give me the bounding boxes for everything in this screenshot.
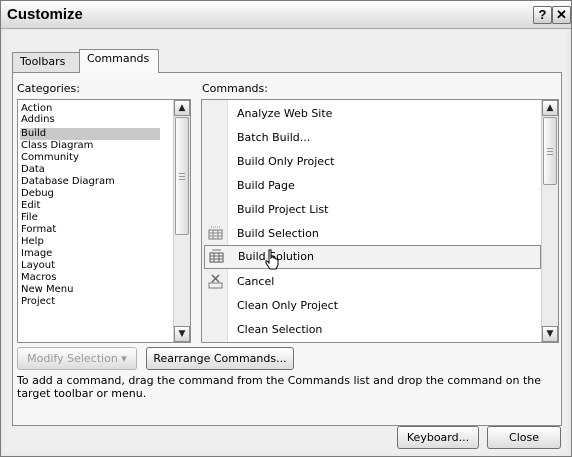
command-label: Batch Build... [237,131,311,144]
grip-line [179,179,185,180]
keyboard-button[interactable]: Keyboard... [397,426,479,449]
tab-commands[interactable]: Commands [79,49,159,73]
category-item-format[interactable]: Format [20,224,160,236]
customize-dialog: Customize ? ✕ Toolbars Commands Categori… [0,0,572,457]
command-item[interactable]: Build Only Project [202,150,542,174]
category-item-class-diagram[interactable]: Class Diagram [20,140,160,152]
scroll-up-arrow-icon[interactable]: ▲ [174,100,190,116]
command-item[interactable]: Analyze Web Site [202,102,542,126]
categories-list[interactable]: Action Addins Build Class Diagram Commun… [17,99,191,343]
command-item[interactable]: Cancel [202,270,542,294]
command-label: Build Page [237,179,295,192]
command-label: Clean Selection [237,323,323,336]
grip-line [547,154,553,155]
categories-label: Categories: [17,82,80,95]
commands-label: Commands: [202,82,268,95]
scroll-down-arrow-icon[interactable]: ▼ [542,326,558,342]
command-label: Build Selection [237,227,319,240]
grip-line [547,151,553,152]
modify-selection-label: Modify Selection [27,352,118,365]
command-label: Build Project List [237,203,329,216]
category-item-database-diagram[interactable]: Database Diagram [20,176,160,188]
command-item[interactable]: Batch Build... [202,126,542,150]
commands-list[interactable]: Analyze Web Site Batch Build... Build On… [201,99,559,343]
scroll-down-arrow-icon[interactable]: ▼ [174,326,190,342]
category-item-macros[interactable]: Macros [20,272,160,284]
grip-line [179,176,185,177]
help-button[interactable]: ? [533,6,552,24]
dropdown-arrow-icon: ▾ [121,352,127,365]
command-label: Cancel [237,275,275,288]
category-item-build[interactable]: Build [20,128,160,140]
category-item-file[interactable]: File [20,212,160,224]
scroll-thumb[interactable] [543,117,557,185]
command-item[interactable]: Build Selection [202,222,542,246]
tab-toolbars[interactable]: Toolbars [12,52,80,72]
category-item-layout[interactable]: Layout [20,260,160,272]
commands-scrollbar[interactable]: ▲ ▼ [541,100,558,342]
modify-selection-button[interactable]: Modify Selection ▾ [17,347,137,370]
command-item[interactable]: Clean Selection [202,318,542,342]
category-item-project[interactable]: Project [20,296,160,308]
rearrange-commands-button[interactable]: Rearrange Commands... [146,347,294,370]
close-window-button[interactable]: ✕ [552,6,571,24]
scroll-up-arrow-icon[interactable]: ▲ [542,100,558,116]
hand-cursor-icon [265,249,279,270]
build-solution-icon [209,249,224,263]
category-item-edit[interactable]: Edit [20,200,160,212]
grip-line [179,173,185,174]
command-item-highlighted[interactable]: Build Solution [204,245,541,269]
grip-line [547,148,553,149]
category-item-image[interactable]: Image [20,248,160,260]
cancel-build-icon [208,274,223,289]
command-item[interactable]: Clean Only Project [202,294,542,318]
category-item-addins[interactable]: Addins [20,114,160,126]
build-selection-icon [208,226,223,240]
category-item-community[interactable]: Community [20,152,160,164]
close-button[interactable]: Close [487,426,561,449]
dialog-title: Customize [7,6,83,23]
category-item-new-menu[interactable]: New Menu [20,284,160,296]
title-bar[interactable]: Customize ? ✕ [1,1,571,29]
instruction-text: To add a command, drag the command from … [17,374,542,400]
command-label: Clean Only Project [237,299,339,312]
category-item-debug[interactable]: Debug [20,188,160,200]
command-item[interactable]: Build Project List [202,198,542,222]
command-label: Build Only Project [237,155,335,168]
categories-scrollbar[interactable]: ▲ ▼ [173,100,190,342]
category-item-data[interactable]: Data [20,164,160,176]
scroll-thumb[interactable] [175,117,189,235]
command-item[interactable]: Build Page [202,174,542,198]
command-label: Analyze Web Site [237,107,333,120]
category-item-help[interactable]: Help [20,236,160,248]
